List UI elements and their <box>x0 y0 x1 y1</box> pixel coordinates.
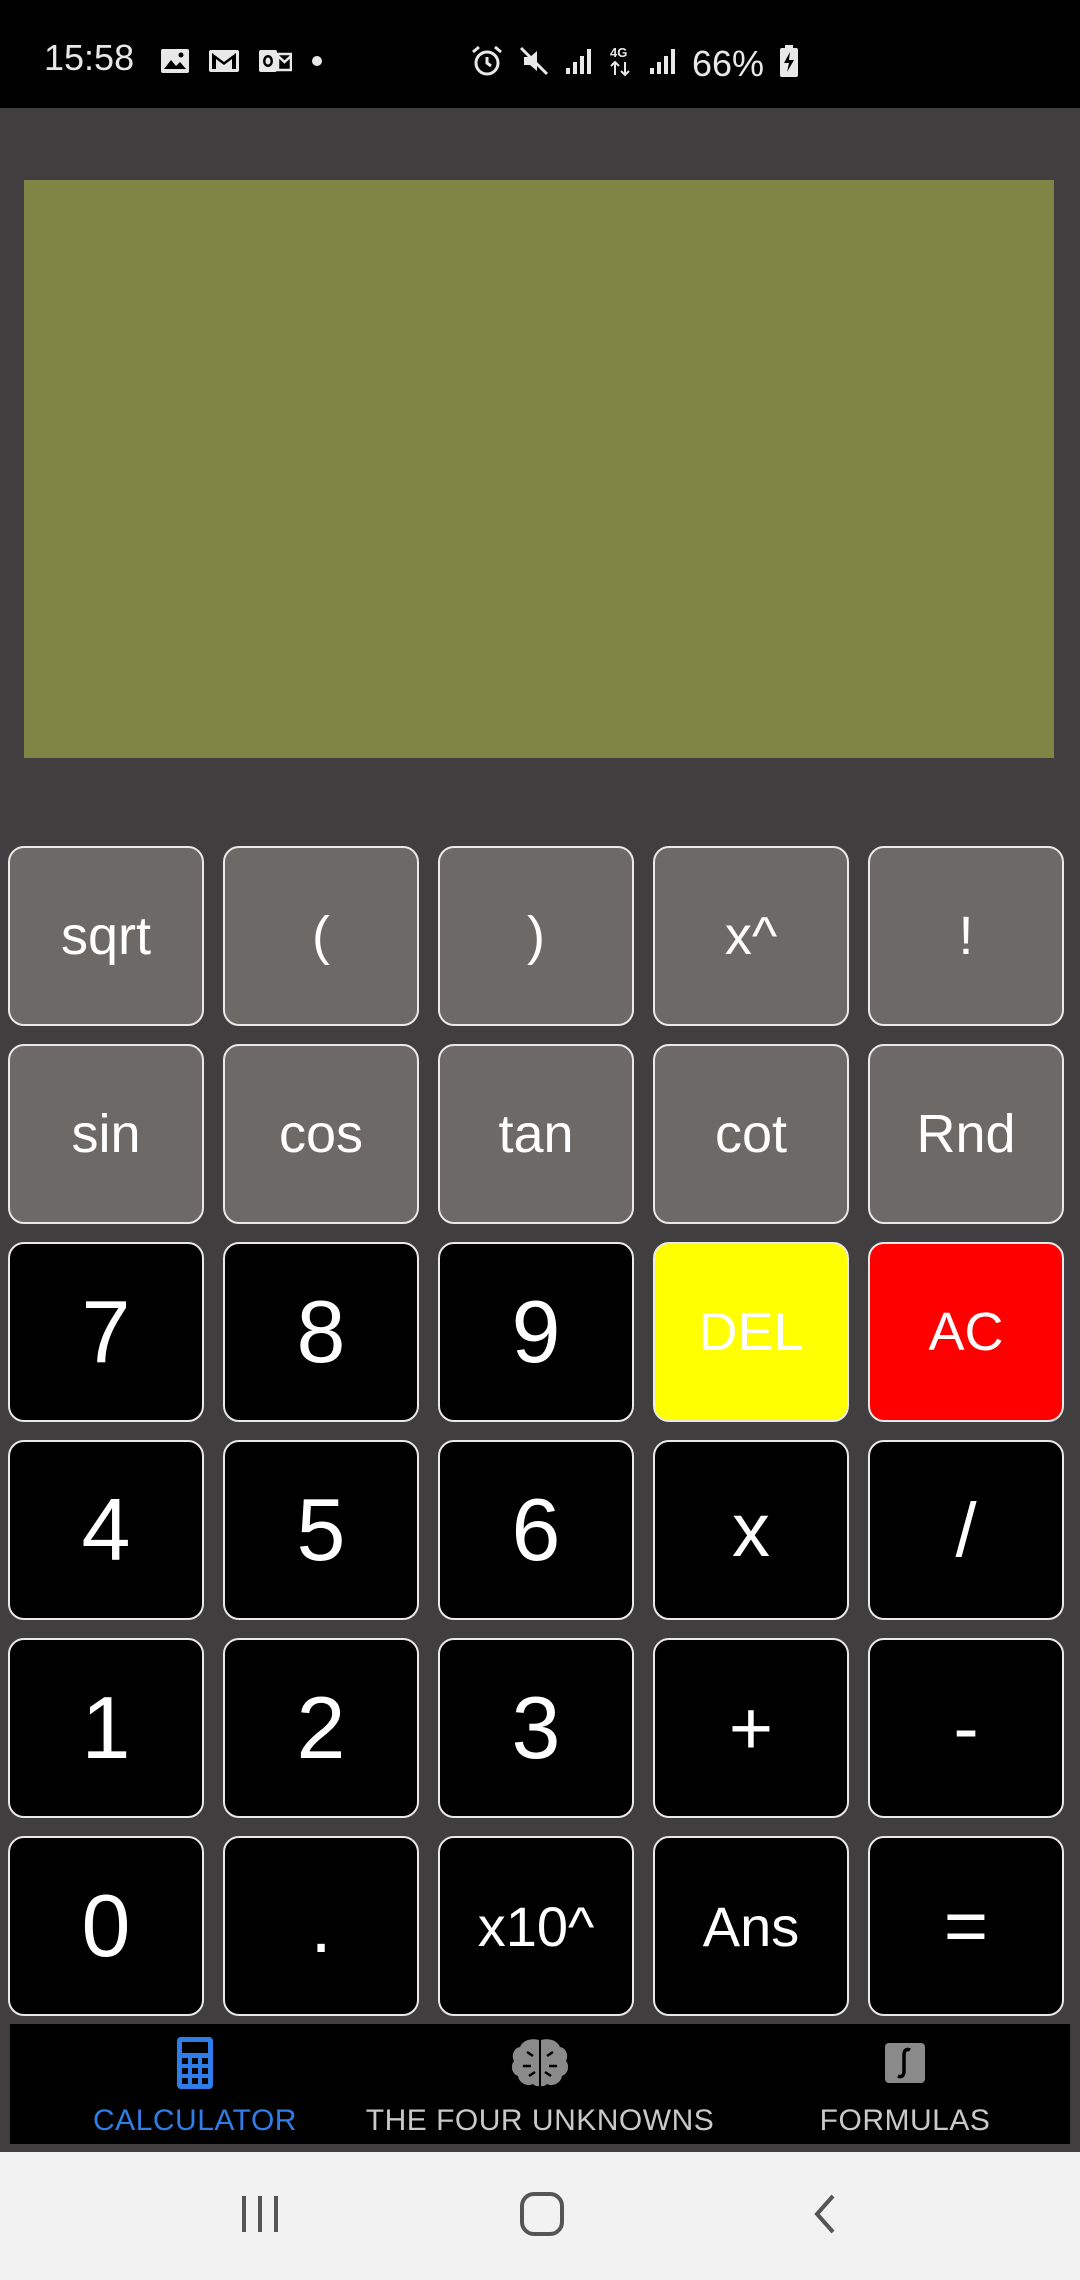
status-bar: 15:58 4G 66% <box>0 0 1080 108</box>
key-digit-1-button[interactable]: 1 <box>8 1638 204 1818</box>
key-cot-button[interactable]: cot <box>653 1044 849 1224</box>
outlook-icon <box>258 48 293 79</box>
key-times-ten-power-button[interactable]: x10^ <box>438 1836 634 2016</box>
key-factorial-button[interactable]: ! <box>868 846 1064 1026</box>
key-digit-2-button[interactable]: 2 <box>223 1638 419 1818</box>
key-digit-7-button[interactable]: 7 <box>8 1242 204 1422</box>
back-button[interactable] <box>764 2182 884 2250</box>
key-decimal-point-button[interactable]: . <box>223 1836 419 2016</box>
key-minus-button[interactable]: - <box>868 1638 1064 1818</box>
integral-icon <box>884 2036 926 2090</box>
key-open-paren-button[interactable]: ( <box>223 846 419 1026</box>
key-multiply-button[interactable]: x <box>653 1440 849 1620</box>
key-equals-button[interactable]: = <box>868 1836 1064 2016</box>
system-navigation-bar <box>0 2152 1080 2280</box>
key-sin-button[interactable]: sin <box>8 1044 204 1224</box>
alarm-icon <box>470 44 504 83</box>
status-time: 15:58 <box>44 37 135 78</box>
key-digit-8-button[interactable]: 8 <box>223 1242 419 1422</box>
4g-icon: 4G <box>608 44 634 83</box>
tab-label: FORMULAS <box>819 2104 991 2137</box>
battery-percentage: 66% <box>692 42 765 84</box>
tab-label: THE FOUR UNKNOWNS <box>365 2104 715 2137</box>
signal-icon <box>564 46 594 81</box>
key-delete-button[interactable]: DEL <box>653 1242 849 1422</box>
key-digit-9-button[interactable]: 9 <box>438 1242 634 1422</box>
key-rnd-button[interactable]: Rnd <box>868 1044 1064 1224</box>
tab-formulas[interactable]: FORMULAS <box>770 2024 1040 2144</box>
key-close-paren-button[interactable]: ) <box>438 846 634 1026</box>
brain-icon <box>509 2036 571 2090</box>
key-plus-button[interactable]: + <box>653 1638 849 1818</box>
recent-apps-icon <box>238 2194 282 2239</box>
key-digit-5-button[interactable]: 5 <box>223 1440 419 1620</box>
key-tan-button[interactable]: tan <box>438 1044 634 1224</box>
key-divide-button[interactable]: / <box>868 1440 1064 1620</box>
key-digit-3-button[interactable]: 3 <box>438 1638 634 1818</box>
bottom-navigation: CALCULATOR THE FOUR UNKNOWNS FORMULAS <box>10 2024 1070 2144</box>
mute-icon <box>518 45 550 82</box>
status-notification-icons <box>160 48 324 79</box>
tab-the-four-unknowns[interactable]: THE FOUR UNKNOWNS <box>355 2024 725 2144</box>
calculator-icon <box>176 2036 214 2090</box>
home-button[interactable] <box>482 2182 602 2250</box>
svg-text:4G: 4G <box>610 45 627 60</box>
key-digit-0-button[interactable]: 0 <box>8 1836 204 2016</box>
battery-charging-icon <box>778 44 800 83</box>
gallery-icon <box>160 48 190 79</box>
back-icon <box>809 2192 839 2241</box>
tab-calculator[interactable]: CALCULATOR <box>50 2024 340 2144</box>
key-all-clear-button[interactable]: AC <box>868 1242 1064 1422</box>
home-icon <box>519 2191 565 2242</box>
key-digit-6-button[interactable]: 6 <box>438 1440 634 1620</box>
dot-icon <box>310 54 324 73</box>
signal-icon <box>648 46 678 81</box>
key-sqrt-button[interactable]: sqrt <box>8 846 204 1026</box>
calculator-display <box>24 180 1054 758</box>
key-power-button[interactable]: x^ <box>653 846 849 1026</box>
key-digit-4-button[interactable]: 4 <box>8 1440 204 1620</box>
gmail-icon <box>208 49 240 78</box>
status-system-icons: 4G 66% <box>470 44 800 83</box>
recent-apps-button[interactable] <box>200 2182 320 2250</box>
key-cos-button[interactable]: cos <box>223 1044 419 1224</box>
key-ans-button[interactable]: Ans <box>653 1836 849 2016</box>
tab-label: CALCULATOR <box>93 2104 297 2137</box>
